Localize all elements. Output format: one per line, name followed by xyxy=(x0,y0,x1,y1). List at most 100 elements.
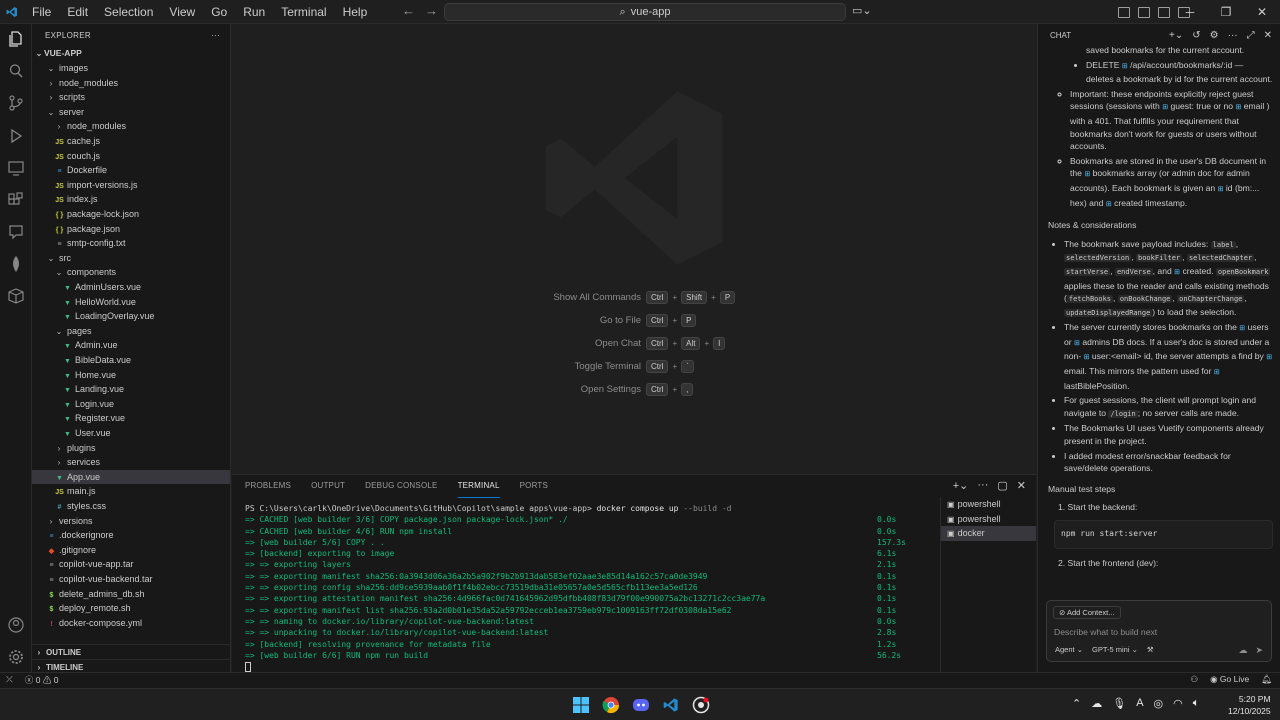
tree-folder[interactable]: › scripts xyxy=(32,90,230,105)
discord-icon[interactable] xyxy=(630,694,652,716)
copilot-menu-icon[interactable]: ▭⌄ xyxy=(852,4,872,17)
back-arrow-icon[interactable]: ← xyxy=(402,3,415,18)
terminal-item-powershell[interactable]: ▣ powershell xyxy=(941,497,1036,512)
tree-folder[interactable]: › services xyxy=(32,455,230,470)
chrome-icon[interactable] xyxy=(600,694,622,716)
send-icon[interactable]: ➤ xyxy=(1255,645,1263,656)
menu-selection[interactable]: Selection xyxy=(96,0,161,24)
menu-help[interactable]: Help xyxy=(335,0,376,24)
workspace-root[interactable]: ⌄ VUE-APP xyxy=(32,46,230,61)
mongodb-leaf-icon[interactable] xyxy=(7,255,25,273)
chat-code[interactable]: email xyxy=(1244,101,1265,111)
accounts-icon[interactable] xyxy=(7,616,25,634)
onedrive-icon[interactable]: ☁ xyxy=(1091,697,1102,710)
search-sidebar-icon[interactable] xyxy=(7,62,25,80)
tree-file[interactable]: { } package-lock.json xyxy=(32,207,230,222)
code-block[interactable]: npm run start:server xyxy=(1054,520,1273,549)
tree-file[interactable]: ! docker-compose.yml xyxy=(32,616,230,631)
tree-file[interactable]: JS import-versions.js xyxy=(32,178,230,193)
toggle-sidebar-icon[interactable] xyxy=(1138,6,1150,18)
tree-file[interactable]: ▼ Home.vue xyxy=(32,368,230,383)
new-terminal-icon[interactable]: +⌄ xyxy=(953,479,969,492)
chat-code[interactable]: guest: true xyxy=(1170,101,1211,111)
tree-file[interactable]: ▼ Admin.vue xyxy=(32,338,230,353)
language-icon[interactable]: A xyxy=(1136,697,1143,710)
tree-file[interactable]: ▼ AdminUsers.vue xyxy=(32,280,230,295)
chat-code[interactable]: admins xyxy=(1082,337,1110,347)
toggle-panel-icon[interactable] xyxy=(1158,6,1170,18)
new-chat-icon[interactable]: +⌄ xyxy=(1169,30,1183,41)
close-icon[interactable]: ✕ xyxy=(1264,30,1272,41)
chat-code[interactable]: /api/account/bookmarks/:id xyxy=(1130,60,1232,70)
settings-icon[interactable]: ⚙ xyxy=(1210,30,1219,41)
tab-terminal[interactable]: TERMINAL xyxy=(457,475,500,498)
tree-file[interactable]: ≡ .dockerignore xyxy=(32,528,230,543)
tree-file[interactable]: ◆ .gitignore xyxy=(32,543,230,558)
more-actions-icon[interactable]: ··· xyxy=(1228,30,1238,41)
shortcut-go-to-file[interactable]: Go to File Ctrl + P xyxy=(232,312,1036,330)
tree-folder[interactable]: › node_modules xyxy=(32,76,230,91)
tree-file[interactable]: ≡ Dockerfile xyxy=(32,163,230,178)
add-context-button[interactable]: ⊘ Add Context... xyxy=(1053,606,1121,619)
model-picker-dropdown[interactable]: GPT-5 mini ⌄ xyxy=(1092,645,1138,654)
tree-file[interactable]: ≡ smtp-config.txt xyxy=(32,236,230,251)
problems-indicator[interactable]: ⓧ 0 ⚠ 0 xyxy=(25,674,59,686)
shortcut-open-chat[interactable]: Open Chat Ctrl + Alt + I xyxy=(232,335,1036,353)
remote-indicator-icon[interactable]: ⤫ xyxy=(6,674,13,686)
volume-icon[interactable]: 🔈︎ xyxy=(1193,697,1200,710)
minimize-icon[interactable]: ─ xyxy=(1172,0,1208,24)
containers-icon[interactable] xyxy=(7,287,25,305)
settings-gear-icon[interactable] xyxy=(7,648,25,666)
remote-explorer-icon[interactable] xyxy=(7,159,25,177)
source-control-icon[interactable] xyxy=(7,94,25,112)
chat-code[interactable]: created xyxy=(1114,198,1143,208)
close-panel-icon[interactable]: ✕ xyxy=(1017,479,1026,492)
notifications-bell-icon[interactable]: 🔔︎ xyxy=(1261,674,1272,685)
menu-file[interactable]: File xyxy=(24,0,59,24)
tab-output[interactable]: OUTPUT xyxy=(311,475,345,497)
vscode-taskbar-icon[interactable] xyxy=(660,694,682,716)
chat-code[interactable]: id xyxy=(1226,183,1233,193)
menu-go[interactable]: Go xyxy=(203,0,235,24)
tree-file[interactable]: $ delete_admins_db.sh xyxy=(32,587,230,602)
run-debug-icon[interactable] xyxy=(7,127,25,145)
outline-section[interactable]: › OUTLINE xyxy=(32,644,230,659)
chat-input[interactable]: Describe what to build next xyxy=(1054,627,1157,637)
tools-icon[interactable]: ⚒ xyxy=(1147,645,1154,654)
forward-arrow-icon[interactable]: → xyxy=(425,3,438,18)
restore-icon[interactable]: ❐ xyxy=(1208,0,1244,24)
timeline-section[interactable]: › TIMELINE xyxy=(32,659,230,672)
tree-file[interactable]: JS index.js xyxy=(32,192,230,207)
copilot-status-icon[interactable]: ⚇ xyxy=(1190,674,1198,685)
more-actions-icon[interactable]: ··· xyxy=(211,31,220,40)
history-icon[interactable]: ↺ xyxy=(1192,30,1200,41)
tree-file[interactable]: JS cache.js xyxy=(32,134,230,149)
close-window-icon[interactable]: ✕ xyxy=(1244,0,1280,24)
chat-code[interactable]: created xyxy=(1182,266,1211,276)
terminal-item-powershell[interactable]: ▣ powershell xyxy=(941,512,1036,527)
tree-file[interactable]: $ deploy_remote.sh xyxy=(32,601,230,616)
agent-mode-dropdown[interactable]: Agent ⌄ xyxy=(1055,645,1083,654)
tree-folder[interactable]: ⌄ src xyxy=(32,251,230,266)
chat-code[interactable]: lastBiblePosition xyxy=(1064,381,1127,391)
tree-file[interactable]: ▼ BibleData.vue xyxy=(32,353,230,368)
chat-code[interactable]: user:<email> xyxy=(1092,351,1142,361)
copilot-tray-icon[interactable]: ◎ xyxy=(1154,697,1164,710)
chat-code[interactable]: bookmarks xyxy=(1093,168,1135,178)
explorer-icon[interactable] xyxy=(7,30,25,48)
tree-folder[interactable]: ⌄ server xyxy=(32,105,230,120)
tree-file[interactable]: ▼ HelloWorld.vue xyxy=(32,295,230,310)
tree-file[interactable]: ▼ App.vue xyxy=(32,469,230,485)
tab-debug-console[interactable]: DEBUG CONSOLE xyxy=(365,475,437,497)
menu-run[interactable]: Run xyxy=(235,0,273,24)
menu-terminal[interactable]: Terminal xyxy=(273,0,334,24)
menu-edit[interactable]: Edit xyxy=(59,0,96,24)
tab-ports[interactable]: PORTS xyxy=(520,475,548,497)
terminal-output[interactable]: PS C:\Users\carlk\OneDrive\Documents\Git… xyxy=(245,503,935,672)
go-live-button[interactable]: ◉ Go Live xyxy=(1210,674,1249,685)
tree-file[interactable]: ▼ Landing.vue xyxy=(32,382,230,397)
delegate-icon[interactable]: ☁ xyxy=(1238,645,1247,656)
maximize-icon[interactable]: ⤢ xyxy=(1247,30,1255,41)
tree-folder[interactable]: › node_modules xyxy=(32,119,230,134)
tree-file[interactable]: JS couch.js xyxy=(32,149,230,164)
